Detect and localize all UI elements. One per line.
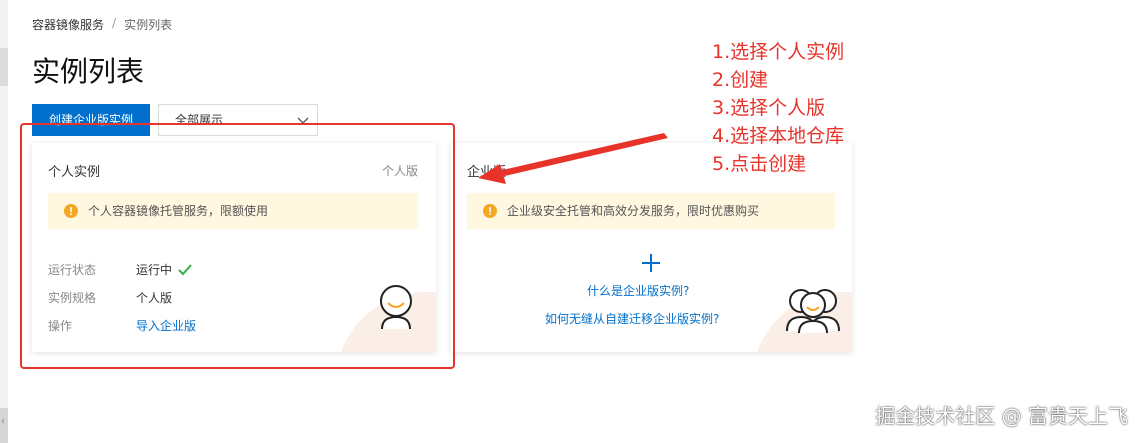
step-4: 4.选择本地仓库: [712, 125, 845, 147]
plus-icon[interactable]: [641, 253, 661, 273]
filter-select-value: 全部展示: [175, 113, 224, 127]
create-enterprise-instance-button[interactable]: 创建企业版实例: [32, 104, 150, 136]
warning-icon: [483, 204, 497, 218]
chevron-left-icon: ‹: [1, 416, 5, 427]
left-sidebar-edge: ‹: [0, 0, 8, 443]
step-5: 5.点击创建: [712, 153, 807, 175]
status-label: 运行状态: [48, 263, 97, 277]
sidebar-expand-handle[interactable]: ‹: [0, 408, 8, 443]
personal-instance-card[interactable]: 个人实例 个人版 个人容器镜像托管服务，限额使用 运行状态 运行中 实例规格 个…: [32, 143, 436, 352]
step-annotations: 1.选择个人实例 2.创建 3.选择个人版 4.选择本地仓库 5.点击创建: [712, 38, 844, 178]
sidebar-collapse-handle[interactable]: [0, 48, 8, 86]
check-icon: [178, 263, 192, 275]
what-is-enterprise-link[interactable]: 什么是企业版实例?: [587, 282, 689, 299]
status-row: 运行状态 运行中: [48, 261, 192, 278]
step-3: 3.选择个人版: [712, 97, 826, 119]
group-avatar-icon: [786, 289, 840, 333]
breadcrumb-current: 实例列表: [124, 18, 173, 32]
spec-row: 实例规格 个人版: [48, 289, 172, 306]
personal-card-tag: 个人版: [381, 164, 418, 178]
action-label: 操作: [48, 319, 73, 333]
user-avatar-icon: [380, 285, 412, 330]
chevron-down-icon: [297, 117, 309, 124]
enterprise-notice-text: 企业级安全托管和高效分发服务，限时优惠购买: [507, 204, 760, 218]
migrate-enterprise-link[interactable]: 如何无缝从自建迁移企业版实例?: [545, 310, 719, 327]
step-2: 2.创建: [712, 69, 769, 91]
watermark: 掘金技术社区 @ 富贵天上飞: [875, 404, 1128, 428]
personal-card-title: 个人实例: [48, 165, 101, 180]
personal-notice: 个人容器镜像托管服务，限额使用: [48, 193, 418, 229]
status-text: 运行中: [136, 263, 173, 277]
breadcrumb-separator: /: [112, 16, 117, 30]
breadcrumb-root[interactable]: 容器镜像服务: [32, 16, 104, 33]
enterprise-notice: 企业级安全托管和高效分发服务，限时优惠购买: [467, 193, 835, 229]
breadcrumb: 容器镜像服务 / 实例列表: [32, 16, 172, 33]
spec-label: 实例规格: [48, 291, 97, 305]
status-value: 运行中: [136, 261, 192, 278]
filter-select[interactable]: 全部展示: [158, 104, 318, 136]
step-1: 1.选择个人实例: [712, 41, 845, 63]
page-title: 实例列表: [32, 55, 145, 88]
personal-notice-text: 个人容器镜像托管服务，限额使用: [88, 204, 269, 218]
warning-icon: [64, 204, 78, 218]
import-enterprise-link[interactable]: 导入企业版: [136, 317, 196, 334]
spec-value: 个人版: [136, 291, 173, 305]
enterprise-card-title: 企业版: [467, 165, 507, 180]
action-row: 操作 导入企业版: [48, 317, 196, 334]
